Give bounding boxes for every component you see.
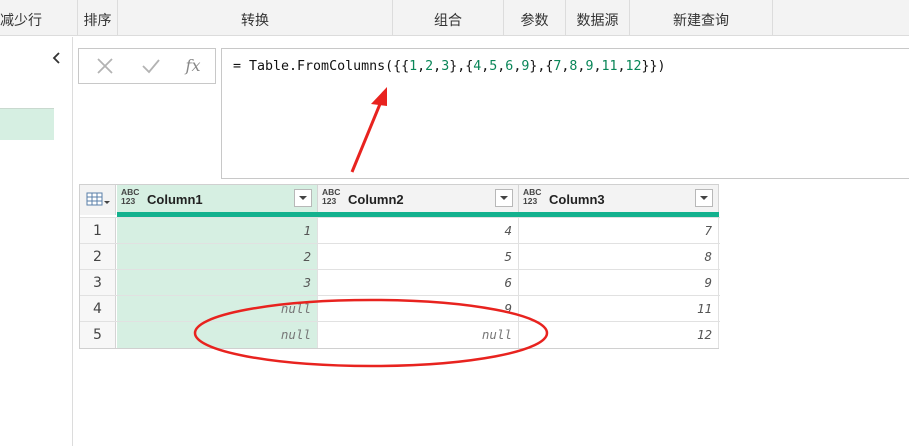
- table-row: 3369: [80, 269, 720, 296]
- table-menu-button[interactable]: [80, 185, 116, 215]
- column-filter-dropdown[interactable]: [294, 189, 312, 207]
- ribbon-group-bar: 减少行 排序 转换 组合 参数 数据源 新建查询: [0, 0, 909, 36]
- table-cell[interactable]: 9: [318, 296, 519, 322]
- table-cell[interactable]: 1: [117, 218, 318, 244]
- table-cell[interactable]: 11: [519, 296, 719, 322]
- x-icon[interactable]: [85, 49, 125, 83]
- table-icon: [86, 192, 110, 206]
- chevron-down-icon: [500, 196, 508, 200]
- column-header-2[interactable]: ABC 123 Column2: [318, 185, 519, 215]
- table-cell[interactable]: 2: [117, 244, 318, 270]
- ribbon-group-label: 数据源: [576, 13, 619, 29]
- column-filter-dropdown[interactable]: [495, 189, 513, 207]
- table-cell[interactable]: 6: [318, 270, 519, 296]
- power-query-editor: 减少行 排序 转换 组合 参数 数据源 新建查询 fx = Table.From…: [0, 0, 909, 446]
- column-type-icon[interactable]: ABC 123: [523, 188, 541, 206]
- table-cell[interactable]: 5: [318, 244, 519, 270]
- chevron-down-icon: [299, 196, 307, 200]
- selected-query-item[interactable]: [0, 109, 54, 140]
- column-type-icon[interactable]: ABC 123: [322, 188, 340, 206]
- ribbon-group-transform[interactable]: 转换: [118, 0, 393, 36]
- table-cell[interactable]: 3: [117, 270, 318, 296]
- column-type-label: 123: [322, 196, 337, 206]
- chevron-down-icon: [700, 196, 708, 200]
- table-row: 4 null 9 11: [80, 295, 720, 322]
- table-cell[interactable]: 12: [519, 322, 719, 348]
- table-row: 1147: [80, 217, 720, 244]
- column-name: Column3: [549, 192, 605, 207]
- column-filter-dropdown[interactable]: [695, 189, 713, 207]
- table-cell[interactable]: 8: [519, 244, 719, 270]
- ribbon-group-label: 转换: [241, 13, 269, 29]
- row-number[interactable]: 1: [80, 218, 116, 244]
- column-type-icon[interactable]: ABC 123: [121, 188, 139, 206]
- table-cell[interactable]: null: [117, 296, 318, 322]
- check-icon[interactable]: [131, 49, 171, 83]
- data-preview-grid: ABC 123 Column1 ABC 123 Column2 ABC 123 Column3 …: [79, 184, 720, 349]
- ribbon-group-label: 组合: [434, 13, 462, 29]
- formula-bar-buttons: fx: [78, 48, 216, 84]
- column-name: Column2: [348, 192, 404, 207]
- formula-input[interactable]: = Table.FromColumns({{1,2,3},{4,5,6,9},{…: [221, 48, 909, 179]
- table-cell[interactable]: null: [117, 322, 318, 348]
- column-name: Column1: [147, 192, 203, 207]
- formula-text: = Table.FromColumns({{1,2,3},{4,5,6,9},{…: [233, 59, 666, 74]
- ribbon-group-label: 排序: [83, 13, 112, 29]
- column-header-3[interactable]: ABC 123 Column3: [519, 185, 719, 215]
- ribbon-group-parameters[interactable]: 参数: [504, 0, 566, 36]
- table-cell[interactable]: null: [318, 322, 519, 348]
- column-header-1[interactable]: ABC 123 Column1: [117, 185, 318, 215]
- ribbon-group-combine[interactable]: 组合: [393, 0, 504, 36]
- column-type-label: 123: [121, 196, 136, 206]
- row-number[interactable]: 4: [80, 296, 116, 322]
- row-number[interactable]: 2: [80, 244, 116, 270]
- table-cell[interactable]: 4: [318, 218, 519, 244]
- table-row: 2258: [80, 243, 720, 270]
- table-cell[interactable]: 9: [519, 270, 719, 296]
- table-cell[interactable]: 7: [519, 218, 719, 244]
- fx-icon[interactable]: fx: [173, 49, 213, 83]
- chevron-left-icon[interactable]: [50, 51, 64, 65]
- ribbon-group-label: 新建查询: [673, 13, 729, 29]
- ribbon-group-label: 减少行: [0, 13, 42, 29]
- table-row: 5 null null 12: [80, 321, 720, 348]
- row-number[interactable]: 3: [80, 270, 116, 296]
- column-type-label: 123: [523, 196, 538, 206]
- ribbon-group-label: 参数: [520, 13, 549, 29]
- ribbon-group-reduce-rows[interactable]: 减少行: [0, 0, 78, 36]
- ribbon-group-new-query[interactable]: 新建查询: [630, 0, 773, 36]
- ribbon-group-sort[interactable]: 排序: [78, 0, 118, 36]
- ribbon-group-data-sources[interactable]: 数据源: [566, 0, 630, 36]
- row-number[interactable]: 5: [80, 322, 116, 348]
- queries-pane: [0, 37, 73, 446]
